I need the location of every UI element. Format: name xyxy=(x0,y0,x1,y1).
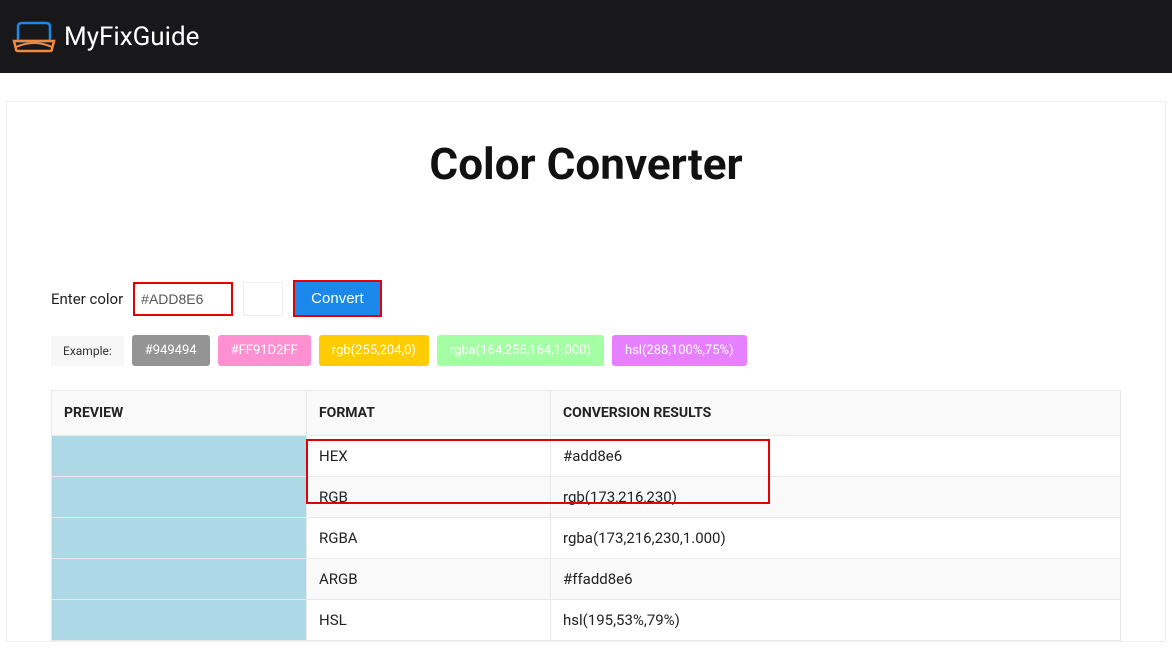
preview-cell xyxy=(52,477,307,518)
enter-color-label: Enter color xyxy=(51,290,123,308)
format-cell: RGB xyxy=(307,477,551,518)
table-row: HEX #add8e6 xyxy=(52,436,1121,477)
preview-cell xyxy=(52,600,307,641)
example-badge-5[interactable]: hsl(288,100%,75%) xyxy=(612,335,747,366)
result-cell: rgb(173,216,230) xyxy=(551,477,1121,518)
th-preview: PREVIEW xyxy=(52,391,307,436)
format-cell: HSL xyxy=(307,600,551,641)
format-cell: ARGB xyxy=(307,559,551,600)
table-row: RGBA rgba(173,216,230,1.000) xyxy=(52,518,1121,559)
convert-button[interactable]: Convert xyxy=(293,280,382,317)
example-badge-1[interactable]: #949494 xyxy=(132,335,210,366)
table-row: HSL hsl(195,53%,79%) xyxy=(52,600,1121,641)
result-cell: #add8e6 xyxy=(551,436,1121,477)
th-format: FORMAT xyxy=(307,391,551,436)
example-badge-3[interactable]: rgb(255,204,0) xyxy=(319,335,429,366)
page-title: Color Converter xyxy=(7,138,1165,190)
format-cell: RGBA xyxy=(307,518,551,559)
color-input[interactable] xyxy=(133,282,233,316)
result-cell: #ffadd8e6 xyxy=(551,559,1121,600)
preview-cell xyxy=(52,559,307,600)
results-table: PREVIEW FORMAT CONVERSION RESULTS HEX #a… xyxy=(51,390,1121,641)
examples-row: Example: #949494 #FF91D2FF rgb(255,204,0… xyxy=(51,335,1121,366)
site-name: MyFixGuide xyxy=(64,22,199,52)
example-label: Example: xyxy=(51,336,124,366)
example-badge-2[interactable]: #FF91D2FF xyxy=(218,335,311,366)
example-badge-4[interactable]: rgba(164,255,164,1.000) xyxy=(437,335,604,366)
preview-cell xyxy=(52,518,307,559)
laptop-icon xyxy=(12,19,56,55)
result-cell: hsl(195,53%,79%) xyxy=(551,600,1121,641)
site-logo[interactable]: MyFixGuide xyxy=(12,19,199,55)
format-cell: HEX xyxy=(307,436,551,477)
th-results: CONVERSION RESULTS xyxy=(551,391,1121,436)
color-preview-box xyxy=(243,282,283,316)
table-row: ARGB #ffadd8e6 xyxy=(52,559,1121,600)
preview-cell xyxy=(52,436,307,477)
top-navbar: MyFixGuide xyxy=(0,0,1172,73)
main-card: Color Converter Enter color Convert Exam… xyxy=(6,101,1166,642)
table-row: RGB rgb(173,216,230) xyxy=(52,477,1121,518)
result-cell: rgba(173,216,230,1.000) xyxy=(551,518,1121,559)
entry-row: Enter color Convert xyxy=(51,280,1121,317)
